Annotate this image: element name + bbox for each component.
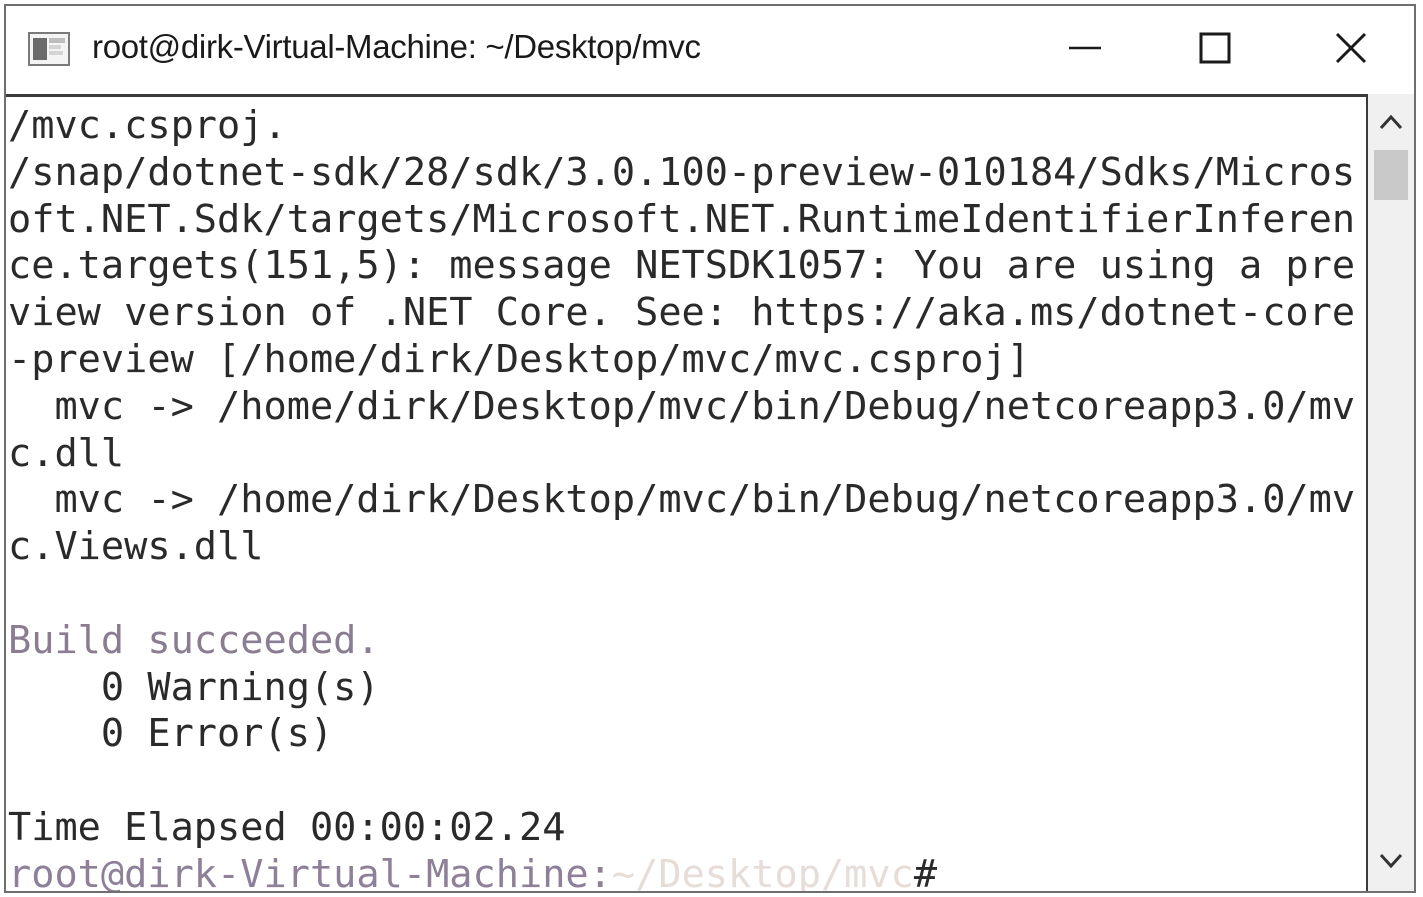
minimize-icon (1068, 31, 1102, 70)
chevron-down-icon (1378, 852, 1404, 875)
maximize-button[interactable] (1182, 20, 1248, 80)
vertical-scrollbar[interactable] (1368, 94, 1414, 891)
build-status-line: Build succeeded. (8, 617, 380, 663)
maximize-icon (1198, 31, 1232, 70)
terminal-line: mvc -> /home/dirk/Desktop/mvc/bin/Debug/… (8, 383, 1356, 429)
terminal-line: ce.targets(151,5): message NETSDK1057: Y… (8, 243, 1356, 289)
terminal-line: c.Views.dll (8, 524, 264, 570)
prompt-user-host: root@dirk-Virtual-Machine (8, 851, 589, 891)
prompt-path: ~/Desktop/mvc (611, 851, 914, 891)
scroll-up-button[interactable] (1368, 100, 1414, 148)
errors-line: 0 Error(s) (8, 711, 334, 757)
terminal-line: -preview [/home/dirk/Desktop/mvc/mvc.csp… (8, 336, 1030, 382)
time-elapsed-line: Time Elapsed 00:00:02.24 (8, 804, 566, 850)
terminal-icon (28, 32, 70, 66)
terminal-output[interactable]: /mvc.csproj. /snap/dotnet-sdk/28/sdk/3.0… (6, 94, 1368, 891)
terminal-line: mvc -> /home/dirk/Desktop/mvc/bin/Debug/… (8, 477, 1356, 523)
minimize-button[interactable] (1052, 20, 1118, 80)
chevron-up-icon (1378, 113, 1404, 136)
terminal-lines: /mvc.csproj. /snap/dotnet-sdk/28/sdk/3.0… (8, 103, 1355, 891)
terminal-line: c.dll (8, 430, 125, 476)
prompt-separator: : (588, 851, 612, 891)
terminal-line: view version of .NET Core. See: https://… (8, 290, 1356, 336)
terminal-line: oft.NET.Sdk/targets/Microsoft.NET.Runtim… (8, 196, 1356, 242)
close-button[interactable] (1318, 20, 1384, 80)
shell-prompt[interactable]: root@dirk-Virtual-Machine:~/Desktop/mvc# (8, 852, 1355, 891)
terminal-window: root@dirk-Virtual-Machine: ~/Desktop/mvc (4, 4, 1416, 893)
terminal-line: /mvc.csproj. (8, 103, 287, 148)
scrollbar-thumb[interactable] (1374, 150, 1408, 200)
close-icon (1334, 31, 1368, 70)
title-bar[interactable]: root@dirk-Virtual-Machine: ~/Desktop/mvc (6, 6, 1414, 94)
window-title: root@dirk-Virtual-Machine: ~/Desktop/mvc (92, 28, 701, 65)
scroll-down-button[interactable] (1368, 839, 1414, 887)
warnings-line: 0 Warning(s) (8, 664, 380, 710)
prompt-symbol: # (913, 851, 938, 891)
terminal-line: /snap/dotnet-sdk/28/sdk/3.0.100-preview-… (8, 149, 1356, 195)
